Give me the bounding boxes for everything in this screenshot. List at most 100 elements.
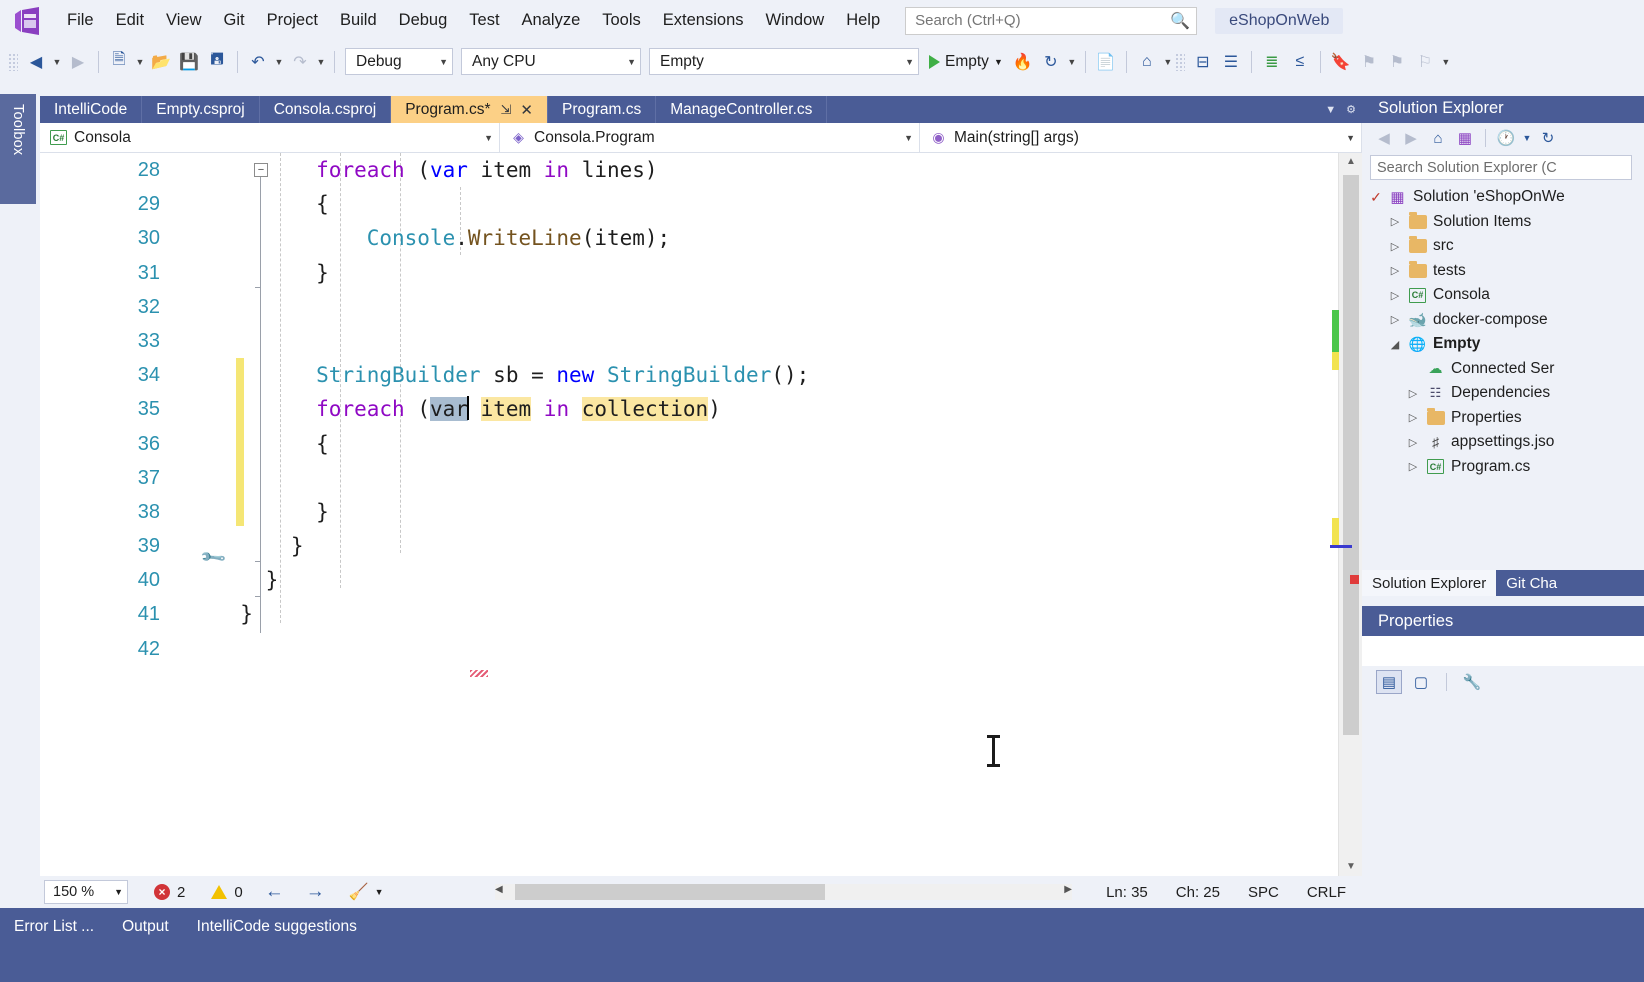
code-cleanup-icon[interactable]: 🧹 [349, 882, 369, 902]
editor-tab-empty-csproj[interactable]: Empty.csproj [142, 96, 260, 123]
configuration-combo[interactable]: Debug ▼ [345, 48, 453, 75]
solution-icon[interactable]: ▦ [1453, 126, 1477, 150]
scroll-right-icon[interactable]: ▶ [1064, 884, 1072, 895]
redo-icon[interactable]: ↷ [286, 48, 314, 76]
menu-build[interactable]: Build [329, 7, 388, 34]
tool-window-tab-git-cha[interactable]: Git Cha [1496, 570, 1567, 596]
editor-tab-consola-csproj[interactable]: Consola.csproj [259, 96, 392, 123]
open-folder-icon[interactable]: 📂 [147, 48, 175, 76]
code-line[interactable]: 30 Console.WriteLine(item); [40, 221, 1340, 255]
solution-explorer-node-docker-compose[interactable]: ▷ 🐋 docker-compose [1362, 308, 1644, 333]
chevron-right-icon[interactable]: ▷ [1406, 436, 1420, 449]
menu-analyze[interactable]: Analyze [511, 7, 592, 34]
home-icon[interactable]: ⌂ [1133, 48, 1161, 76]
solution-explorer-node-solution-eshoponwe[interactable]: ✓ ▦ Solution 'eShopOnWe [1362, 185, 1644, 210]
chevron-right-icon[interactable]: ▷ [1388, 240, 1402, 253]
search-input[interactable] [915, 12, 1171, 29]
startup-project-combo[interactable]: Empty ▼ [649, 48, 919, 75]
solution-explorer-node-src[interactable]: ▷ src [1362, 234, 1644, 259]
new-project-caret-icon[interactable]: ▼ [133, 48, 147, 76]
platform-combo[interactable]: Any CPU ▼ [461, 48, 641, 75]
menu-git[interactable]: Git [213, 7, 256, 34]
categorized-icon[interactable]: ▤ [1376, 670, 1402, 694]
code-line[interactable]: 36 { [40, 427, 1340, 461]
bookmark-overflow-caret-icon[interactable]: ▼ [1439, 48, 1453, 76]
code-line[interactable]: 42 [40, 632, 1340, 666]
error-count-indicator[interactable]: × 2 [154, 884, 185, 901]
menu-file[interactable]: File [56, 7, 105, 34]
solution-explorer-node-tests[interactable]: ▷ tests [1362, 259, 1644, 284]
menu-extensions[interactable]: Extensions [652, 7, 755, 34]
home-icon[interactable]: ⌂ [1426, 126, 1450, 150]
chevron-right-icon[interactable]: ▷ [1406, 460, 1420, 473]
navigate-forward-icon[interactable]: ▶ [64, 48, 92, 76]
outdent-icon[interactable]: ≤ [1286, 48, 1314, 76]
toolbar-grip[interactable] [8, 52, 18, 71]
solution-explorer-search-input[interactable]: Search Solution Explorer (C [1370, 155, 1632, 180]
code-line[interactable]: 38 } [40, 495, 1340, 529]
navigate-backward-caret-icon[interactable]: ▼ [50, 48, 64, 76]
toolbox-strip[interactable]: Toolbox [0, 94, 36, 204]
code-line[interactable]: 32 [40, 290, 1340, 324]
scroll-left-icon[interactable]: ◀ [495, 884, 503, 895]
editor-vertical-scrollbar[interactable]: ▲ ▼ [1338, 153, 1362, 876]
home-caret-icon[interactable]: ▼ [1161, 48, 1175, 76]
run-button[interactable]: Empty ▼ [923, 53, 1009, 71]
solution-explorer-node-properties[interactable]: ▷ Properties [1362, 406, 1644, 431]
new-project-icon[interactable]: 🗎 [105, 48, 133, 76]
bottom-tab-error-list[interactable]: Error List ... [0, 914, 108, 940]
code-line[interactable]: 41 } [40, 597, 1340, 631]
code-line[interactable]: 37 [40, 461, 1340, 495]
forward-icon[interactable]: ▶ [1399, 126, 1423, 150]
solution-explorer-node-program-cs[interactable]: ▷ C# Program.cs [1362, 455, 1644, 480]
hot-reload-icon[interactable]: 🔥 [1009, 48, 1037, 76]
menu-window[interactable]: Window [755, 7, 836, 34]
solution-checkmark-icon[interactable]: ✓ [1370, 189, 1382, 206]
editor-tab-program-cs[interactable]: Program.cs* ⇲ ✕ [391, 96, 548, 123]
editor-tab-intellicode[interactable]: IntelliCode [40, 96, 143, 123]
bottom-tab-intellicode-suggestions[interactable]: IntelliCode suggestions [183, 914, 371, 940]
indentation-status[interactable]: SPC [1248, 884, 1279, 901]
restart-caret-icon[interactable]: ▼ [1065, 48, 1079, 76]
navbar-project-combo[interactable]: C# Consola ▼ [40, 123, 500, 152]
navbar-member-combo[interactable]: ◉ Main(string[] args) ▼ [920, 123, 1362, 152]
window-icon[interactable]: ⊟ [1189, 48, 1217, 76]
code-line[interactable]: 31 } [40, 256, 1340, 290]
scroll-up-icon[interactable]: ▲ [1339, 153, 1363, 171]
next-issue-icon[interactable]: → [306, 881, 325, 903]
code-line[interactable]: 29 { [40, 187, 1340, 221]
next-bookmark-icon[interactable]: ⚑ [1355, 48, 1383, 76]
menu-project[interactable]: Project [256, 7, 329, 34]
solution-explorer-node-dependencies[interactable]: ▷ ☷ Dependencies [1362, 381, 1644, 406]
save-all-icon[interactable]: 🖪 [203, 48, 231, 76]
properties-object-combo[interactable] [1362, 636, 1644, 666]
previous-issue-icon[interactable]: ← [265, 881, 284, 903]
code-line[interactable]: 28 foreach (var item in lines) [40, 153, 1340, 187]
clear-bookmark-icon[interactable]: ⚐ [1411, 48, 1439, 76]
zoom-level-combo[interactable]: 150 % ▼ [44, 880, 128, 904]
pin-icon[interactable]: ⇲ [501, 102, 512, 118]
warning-count-indicator[interactable]: 0 [211, 884, 243, 901]
repository-chip[interactable]: eShopOnWeb [1215, 7, 1344, 34]
bookmark-icon[interactable]: 🔖 [1327, 48, 1355, 76]
solution-explorer-node-connected-ser[interactable]: · ☁ Connected Ser [1362, 357, 1644, 382]
code-line[interactable]: 35 foreach (var item in collection) [40, 392, 1340, 426]
chevron-down-icon[interactable]: ◢ [1388, 338, 1402, 351]
indent-icon[interactable]: ≣ [1258, 48, 1286, 76]
code-line[interactable]: 33 [40, 324, 1340, 358]
scroll-down-icon[interactable]: ▼ [1339, 858, 1363, 876]
code-line[interactable]: 34 StringBuilder sb = new StringBuilder(… [40, 358, 1340, 392]
chevron-right-icon[interactable]: ▷ [1406, 387, 1420, 400]
menu-view[interactable]: View [155, 7, 212, 34]
tab-settings-gear-icon[interactable]: ⚙ [1346, 103, 1356, 116]
scrollbar-thumb[interactable] [515, 884, 825, 900]
selection-preview-icon[interactable]: 📄 [1092, 48, 1120, 76]
undo-icon[interactable]: ↶ [244, 48, 272, 76]
restart-icon[interactable]: ↻ [1037, 48, 1065, 76]
prev-bookmark-icon[interactable]: ⚑ [1383, 48, 1411, 76]
chevron-right-icon[interactable]: ▷ [1388, 289, 1402, 302]
solution-explorer-node-solution-items[interactable]: ▷ Solution Items [1362, 210, 1644, 235]
refresh-icon[interactable]: ↻ [1536, 126, 1560, 150]
back-icon[interactable]: ◀ [1372, 126, 1396, 150]
bottom-tab-output[interactable]: Output [108, 914, 183, 940]
